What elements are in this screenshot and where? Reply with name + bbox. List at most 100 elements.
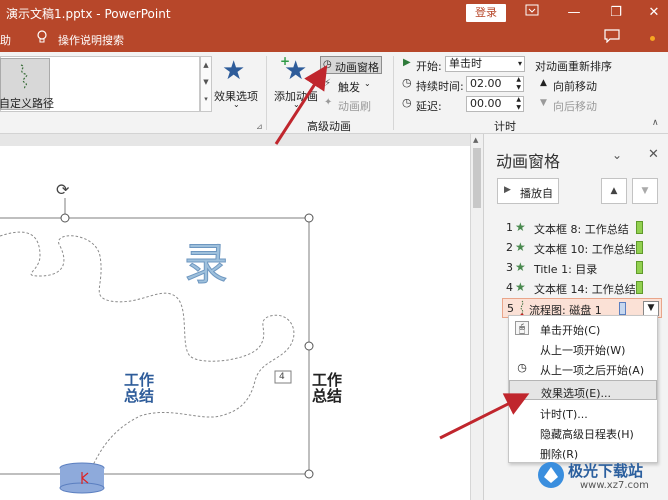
menu-item-effect-options[interactable]: 效果选项(E)... (509, 380, 657, 400)
resize-handle[interactable] (60, 213, 70, 223)
menu-item-after-previous[interactable]: ◷ 从上一项之后开始(A) (509, 358, 657, 378)
star-icon: ★ (515, 240, 526, 254)
animation-pane-icon: ◷ (323, 59, 332, 70)
item-label: Title 1: 目录 (534, 263, 598, 276)
timeline-bar (619, 302, 626, 315)
spinner-icon[interactable]: ▲ ▼ (516, 76, 521, 92)
timeline-bar (636, 221, 643, 234)
spinner-icon[interactable]: ▲ ▼ (516, 96, 521, 112)
clock-icon: ◷ (402, 76, 412, 89)
trigger-icon: ⚡ (324, 78, 332, 89)
delay-label: 延迟: (416, 100, 442, 113)
move-down-button[interactable]: ▼ (632, 178, 658, 204)
timeline-bar (636, 241, 643, 254)
clock-icon: ◷ (517, 361, 527, 374)
custom-path-icon (20, 64, 28, 89)
ribbon-display-icon[interactable] (520, 3, 544, 23)
right-text-box[interactable]: 工作 总结 (312, 372, 342, 404)
menu-item-hide-timeline[interactable]: 隐藏高级日程表(H) (509, 422, 657, 442)
play-from-button[interactable]: ▶ 播放自 (497, 178, 559, 204)
start-select[interactable]: 单击时 ▾ (445, 56, 525, 72)
slide-scrollbar[interactable]: ▲ (470, 134, 483, 500)
maximize-button[interactable]: ❐ (604, 3, 628, 23)
pane-close-icon[interactable]: ✕ (648, 147, 659, 162)
mouse-icon: 🖰 (515, 321, 529, 335)
scroll-up-icon[interactable]: ▲ (473, 136, 478, 144)
slide-graphics (0, 198, 314, 494)
star-icon: ★ (515, 260, 526, 274)
pane-title: 动画窗格 (496, 152, 561, 171)
item-dropdown-button[interactable]: ▼ (643, 301, 659, 316)
start-value: 单击时 (449, 57, 482, 70)
menu-item-start-on-click[interactable]: 🖰 单击开始(C) (509, 318, 657, 338)
delay-field[interactable]: 00.00 ▲ ▼ (466, 96, 524, 112)
dialog-launcher-icon[interactable]: ⊿ (256, 122, 263, 131)
down-arrow-icon: ▼ (540, 98, 547, 108)
slide-canvas[interactable]: ⟳ 录 工作 总结 工作 总结 4 (0, 146, 472, 500)
advanced-animation-group-label: 高级动画 (307, 120, 351, 133)
resize-handle[interactable] (304, 469, 314, 479)
play-icon: ▶ (504, 185, 511, 195)
start-label: 开始: (416, 60, 442, 73)
window-title: 演示文稿1.pptx - PowerPoint (6, 7, 171, 21)
menu-item-label: 从上一项之后开始(A) (540, 364, 645, 377)
animation-list-item[interactable]: 1 ★ 文本框 8: 工作总结 (484, 218, 668, 238)
minimize-button[interactable]: — (562, 3, 586, 23)
animation-list-item[interactable]: 2 ★ 文本框 10: 工作总结 (484, 238, 668, 258)
menu-item-with-previous[interactable]: 从上一项开始(W) (509, 338, 657, 358)
left-text-box[interactable]: 工作 总结 (124, 372, 154, 404)
plus-icon: + (280, 54, 291, 68)
selection-box (0, 217, 310, 475)
move-later-label: 向后移动 (553, 100, 597, 113)
item-number: 3 (506, 261, 513, 274)
item-label: 文本框 14: 工作总结 (534, 283, 636, 296)
item-number: 5 (507, 302, 514, 315)
ribbon: 自定义路径 ▲ ▼ ▾ ★ 效果选项 ⌄ ⊿ ★ + 添加动画 ⌄ ◷ 动画窗格 ⚡… (0, 52, 668, 134)
item-number: 4 (506, 281, 513, 294)
divider (393, 56, 394, 130)
move-earlier-label: 向前移动 (553, 80, 597, 93)
menu-bar: 助 操作说明搜索 (0, 26, 668, 52)
comment-icon[interactable] (604, 29, 620, 47)
context-menu: 🖰 单击开始(C) 从上一项开始(W) ◷ 从上一项之后开始(A) 效果选项(E… (508, 315, 658, 463)
up-arrow-icon: ▲ (540, 78, 547, 88)
custom-path-tile[interactable]: 自定义路径 (0, 58, 54, 110)
duration-value: 02.00 (470, 77, 502, 90)
menu-item-label: 计时(T)... (540, 408, 588, 421)
scroll-thumb[interactable] (473, 148, 481, 208)
resize-handle[interactable] (304, 213, 314, 223)
animation-list-item[interactable]: 4 ★ 文本框 14: 工作总结 (484, 278, 668, 298)
timing-group-label: 计时 (494, 120, 516, 133)
watermark-url: www.xz7.com (580, 480, 649, 491)
motion-path (0, 231, 295, 472)
play-triangle-icon: ▶ (403, 57, 411, 68)
login-button[interactable]: 登录 (466, 4, 506, 22)
close-button[interactable]: ✕ (642, 3, 666, 23)
lightbulb-icon (36, 30, 48, 48)
move-up-button[interactable]: ▲ (601, 178, 627, 204)
animation-list-item[interactable]: 3 ★ Title 1: 目录 (484, 258, 668, 278)
resize-handle[interactable] (304, 341, 314, 351)
tell-me-search[interactable]: 操作说明搜索 (58, 32, 124, 48)
delay-value: 00.00 (470, 97, 502, 110)
play-from-label: 播放自 (520, 187, 553, 200)
item-label: 文本框 10: 工作总结 (534, 243, 636, 256)
star-icon: ★ (515, 280, 526, 294)
divider (266, 56, 267, 130)
animation-painter-label: 动画刷 (338, 100, 371, 113)
help-tab[interactable]: 助 (0, 32, 11, 48)
chevron-down-icon: ⌄ (293, 100, 300, 109)
chevron-down-icon: ⌄ (364, 79, 371, 88)
title-text[interactable]: 录 (184, 228, 229, 292)
chevron-down-icon: ▾ (517, 59, 522, 68)
duration-field[interactable]: 02.00 ▲ ▼ (466, 76, 524, 92)
painter-icon: ✦ (324, 97, 333, 108)
delay-clock-icon: ◷ (402, 96, 412, 109)
gallery-scroll[interactable]: ▲ ▼ ▾ (200, 56, 212, 112)
pane-options-icon[interactable]: ⌄ (612, 148, 622, 162)
animation-pane-button[interactable]: ◷ 动画窗格 (320, 56, 382, 74)
menu-item-timing[interactable]: 计时(T)... (509, 402, 657, 422)
collapse-ribbon-icon[interactable]: ∧ (652, 118, 659, 128)
menu-item-label: 从上一项开始(W) (540, 344, 626, 357)
rotate-handle-icon[interactable]: ⟳ (56, 180, 69, 199)
